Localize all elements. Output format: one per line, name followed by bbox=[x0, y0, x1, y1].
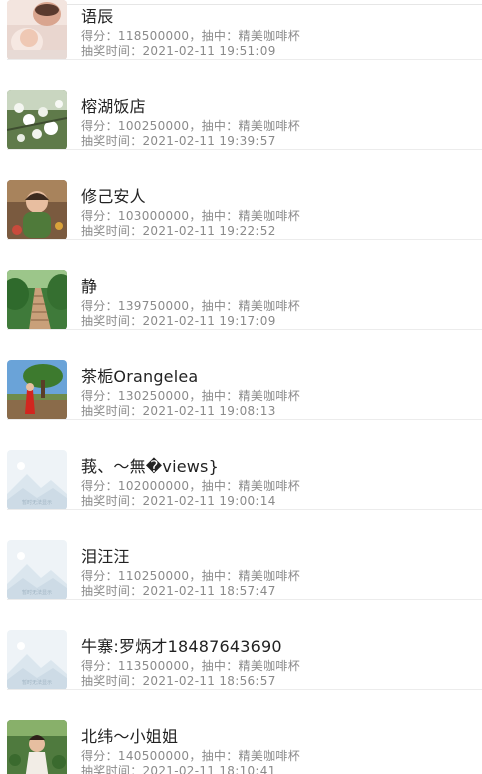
draw-time-text: 抽奖时间：2021-02-11 19:39:57 bbox=[81, 134, 276, 148]
avatar: 暂时无法显示 bbox=[7, 540, 67, 600]
avatar: 暂时无法显示 bbox=[7, 450, 67, 510]
draw-time-text: 抽奖时间：2021-02-11 18:56:57 bbox=[81, 674, 276, 688]
image-placeholder-icon: 暂时无法显示 bbox=[7, 450, 67, 510]
list-item[interactable]: 暂时无法显示 莪、～無�views} 得分：102000000，抽中：精美咖啡杯… bbox=[0, 420, 482, 510]
list-item[interactable]: 北纬～小姐姐 得分：140500000，抽中：精美咖啡杯 抽奖时间：2021-0… bbox=[0, 690, 482, 774]
draw-time-text: 抽奖时间：2021-02-11 18:57:47 bbox=[81, 584, 276, 598]
image-placeholder-icon: 暂时无法显示 bbox=[7, 630, 67, 690]
user-name: 泪汪汪 bbox=[81, 547, 130, 566]
forest-path-photo-icon bbox=[7, 270, 67, 330]
list-item[interactable]: 暂时无法显示 泪汪汪 得分：110250000，抽中：精美咖啡杯 抽奖时间：20… bbox=[0, 510, 482, 600]
draw-time-text: 抽奖时间：2021-02-11 19:17:09 bbox=[81, 314, 276, 328]
prize-record-list: 语辰 得分：118500000，抽中：精美咖啡杯 抽奖时间：2021-02-11… bbox=[0, 0, 482, 774]
list-item[interactable]: 修己安人 得分：103000000，抽中：精美咖啡杯 抽奖时间：2021-02-… bbox=[0, 150, 482, 240]
user-name: 静 bbox=[81, 277, 98, 296]
user-name: 北纬～小姐姐 bbox=[81, 727, 179, 746]
draw-time-text: 抽奖时间：2021-02-11 19:51:09 bbox=[81, 44, 276, 58]
woman-garden-photo-icon bbox=[7, 720, 67, 774]
avatar bbox=[7, 720, 67, 774]
draw-time-text: 抽奖时间：2021-02-11 18:10:41 bbox=[81, 764, 276, 774]
placeholder-caption: 暂时无法显示 bbox=[22, 679, 52, 686]
list-item[interactable]: 暂时无法显示 牛寨:罗炳才18487643690 得分：113500000，抽中… bbox=[0, 600, 482, 690]
avatar bbox=[7, 180, 67, 240]
placeholder-caption: 暂时无法显示 bbox=[22, 499, 52, 506]
user-name: 语辰 bbox=[81, 7, 114, 26]
list-item[interactable]: 茶栀Orangelea 得分：130250000，抽中：精美咖啡杯 抽奖时间：2… bbox=[0, 330, 482, 420]
user-name: 牛寨:罗炳才18487643690 bbox=[81, 637, 282, 656]
user-name: 莪、～無�views} bbox=[81, 457, 219, 476]
avatar bbox=[7, 270, 67, 330]
user-name: 修己安人 bbox=[81, 187, 146, 206]
tree-person-photo-icon bbox=[7, 360, 67, 420]
avatar: 暂时无法显示 bbox=[7, 630, 67, 690]
avatar bbox=[7, 0, 67, 60]
avatar bbox=[7, 90, 67, 150]
draw-time-text: 抽奖时间：2021-02-11 19:22:52 bbox=[81, 224, 276, 238]
list-item[interactable]: 静 得分：139750000，抽中：精美咖啡杯 抽奖时间：2021-02-11 … bbox=[0, 240, 482, 330]
white-blossoms-photo-icon bbox=[7, 90, 67, 150]
draw-time-text: 抽奖时间：2021-02-11 19:00:14 bbox=[81, 494, 276, 508]
avatar bbox=[7, 360, 67, 420]
placeholder-caption: 暂时无法显示 bbox=[22, 589, 52, 596]
list-item[interactable]: 榕湖饭店 得分：100250000，抽中：精美咖啡杯 抽奖时间：2021-02-… bbox=[0, 60, 482, 150]
list-item[interactable]: 语辰 得分：118500000，抽中：精美咖啡杯 抽奖时间：2021-02-11… bbox=[0, 0, 482, 60]
draw-time-text: 抽奖时间：2021-02-11 19:08:13 bbox=[81, 404, 276, 418]
child-photo-icon bbox=[7, 180, 67, 240]
user-name: 茶栀Orangelea bbox=[81, 367, 199, 386]
baby-photo-icon bbox=[7, 0, 67, 60]
image-placeholder-icon: 暂时无法显示 bbox=[7, 540, 67, 600]
prize-records-page: 语辰 得分：118500000，抽中：精美咖啡杯 抽奖时间：2021-02-11… bbox=[0, 0, 482, 774]
user-name: 榕湖饭店 bbox=[81, 97, 146, 116]
